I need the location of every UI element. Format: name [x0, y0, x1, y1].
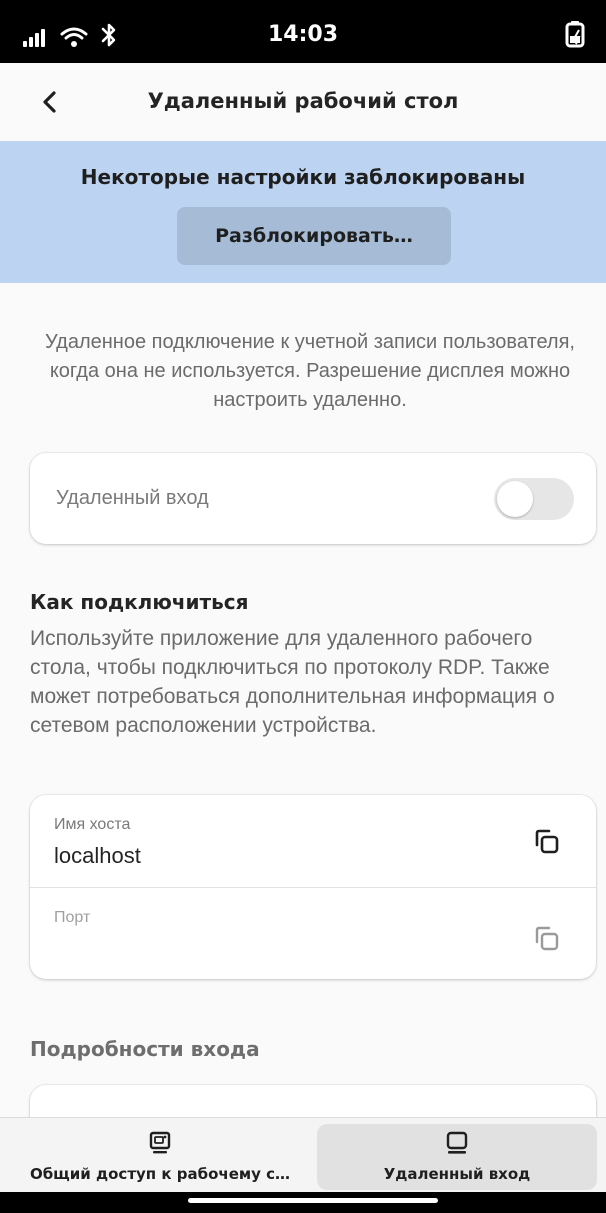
connection-details-card: Имя хоста localhost Порт — [30, 795, 596, 979]
page-title: Удаленный рабочий стол — [147, 89, 459, 113]
hostname-row: Имя хоста localhost — [30, 795, 596, 887]
how-to-connect-title: Как подключиться — [30, 590, 249, 614]
home-indicator[interactable] — [188, 1198, 438, 1203]
laptop-icon — [445, 1131, 469, 1159]
nav-tab-label: Общий доступ к рабочему с… — [29, 1165, 291, 1183]
page-description: Удаленное подключение к учетной записи п… — [45, 331, 575, 411]
status-bar: 14:03 — [0, 0, 606, 63]
how-to-connect-text: Используйте приложение для удаленного ра… — [30, 627, 555, 737]
nav-tab-desktop-sharing[interactable]: Общий доступ к рабочему с… — [10, 1124, 310, 1190]
status-time: 14:03 — [267, 22, 339, 47]
locked-banner: Некоторые настройки заблокированы Разбло… — [0, 141, 606, 283]
header-bar: Удаленный рабочий стол — [0, 63, 606, 141]
remote-login-label: Удаленный вход — [56, 487, 209, 509]
switch-knob — [497, 481, 533, 517]
copy-hostname-button[interactable] — [532, 827, 562, 857]
bottom-navigation: Общий доступ к рабочему с… Удаленный вхо… — [0, 1117, 606, 1192]
copy-icon — [532, 829, 562, 860]
banner-title: Некоторые настройки заблокированы — [80, 165, 526, 189]
nav-tab-remote-login[interactable]: Удаленный вход — [317, 1124, 597, 1190]
login-details-title: Подробности входа — [30, 1037, 260, 1061]
hostname-value: localhost — [54, 843, 141, 868]
port-row: Порт — [30, 887, 596, 979]
copy-icon — [532, 926, 562, 957]
battery-charging-icon — [564, 20, 588, 52]
remote-login-switch[interactable] — [494, 478, 574, 520]
nav-tab-label: Удаленный вход — [383, 1165, 531, 1183]
unlock-button[interactable]: Разблокировать… — [177, 207, 451, 265]
desktop-sharing-icon — [149, 1131, 171, 1159]
copy-port-button[interactable] — [532, 924, 562, 954]
remote-login-row: Удаленный вход — [30, 453, 596, 544]
port-label: Порт — [54, 909, 91, 926]
hostname-label: Имя хоста — [54, 816, 131, 833]
home-bar — [0, 1192, 606, 1213]
